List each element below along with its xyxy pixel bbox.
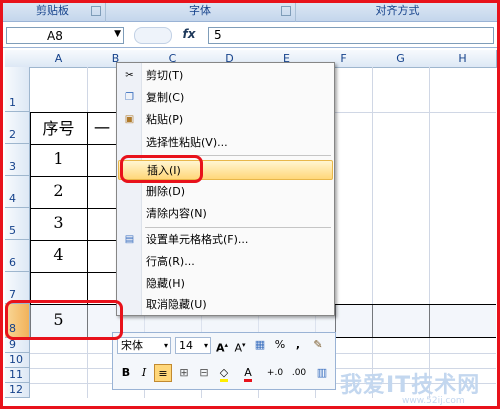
watermark-url: www.52ij.com	[402, 396, 465, 406]
annotation-row8-highlight	[5, 300, 123, 340]
annotation-insert-highlight	[120, 155, 203, 183]
watermark-logo: 我爱IT技术网	[340, 373, 481, 398]
annotation-frame	[0, 0, 500, 409]
